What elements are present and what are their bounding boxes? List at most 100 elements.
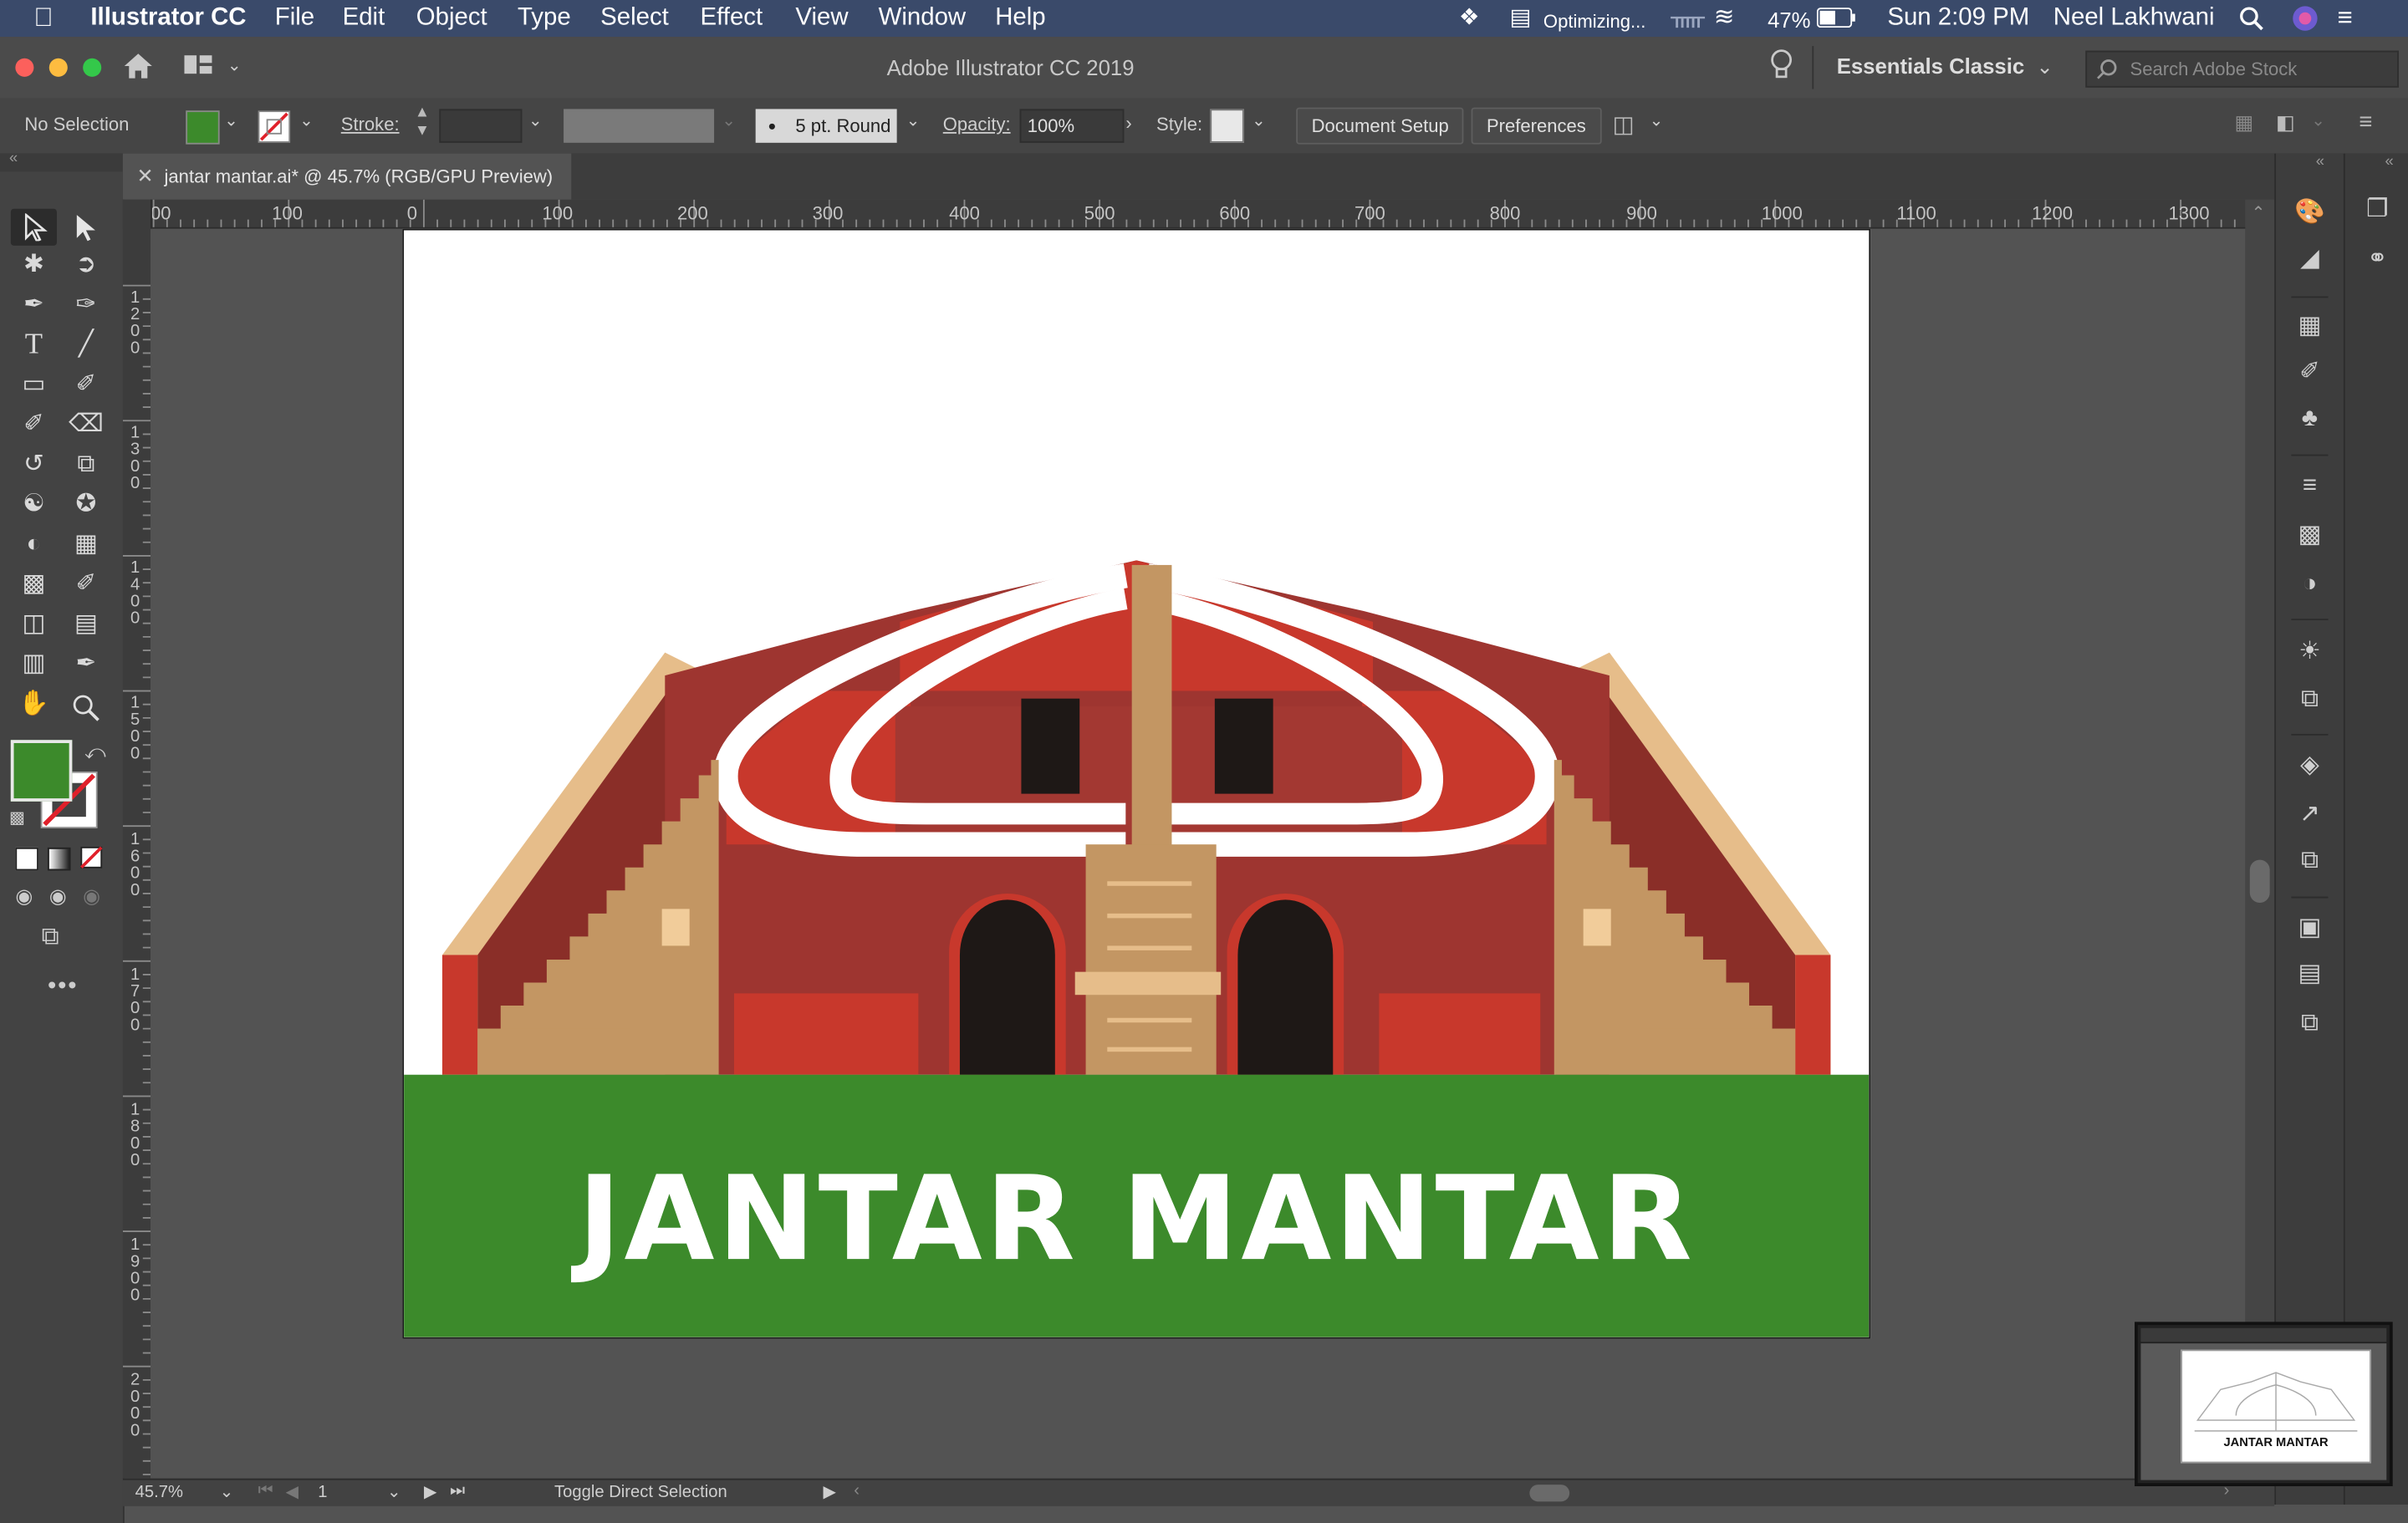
color-panel-icon[interactable]: 🎨 (2291, 196, 2328, 230)
column-graph-tool-icon[interactable]: ▤ (68, 608, 105, 641)
style-chevron-icon[interactable]: ⌄ (1252, 110, 1266, 130)
rotate-tool-icon[interactable]: ↺ (15, 448, 52, 481)
opacity-arrow-icon[interactable]: › (1125, 112, 1131, 134)
eraser-tool-icon[interactable]: ⌫ (68, 409, 105, 442)
graphic-style-swatch[interactable] (1210, 109, 1244, 143)
transform-panel-icon[interactable]: ▣ (2291, 912, 2328, 945)
stroke-label[interactable]: Stroke: (341, 114, 400, 135)
rectangle-tool-icon[interactable]: ▭ (15, 369, 52, 402)
magic-wand-tool-icon[interactable]: ✱ (15, 249, 52, 283)
brush-chevron-icon[interactable]: ⌄ (906, 110, 921, 130)
close-tab-icon[interactable]: ✕ (136, 154, 153, 200)
battery-icon[interactable] (1816, 8, 1857, 29)
symbol-sprayer-tool-icon[interactable]: ◫ (15, 608, 52, 641)
opacity-field[interactable]: 100% (1019, 109, 1125, 143)
appearance-panel-icon[interactable]: ☀ (2291, 635, 2328, 669)
transform-icon[interactable]: ◧ (2276, 110, 2295, 135)
type-tool-icon[interactable]: T (15, 329, 52, 362)
paintbrush-tool-icon[interactable]: ✐ (68, 369, 105, 402)
fill-chevron-icon[interactable]: ⌄ (224, 110, 238, 130)
swatches-panel-icon[interactable]: ▦ (2291, 310, 2328, 344)
align-icon[interactable]: ▦ (2234, 110, 2253, 135)
profile-chevron-icon[interactable]: ⌄ (722, 110, 736, 130)
brushes-panel-icon[interactable]: ✐ (2291, 356, 2328, 390)
document-tab[interactable]: ✕ jantar mantar.ai* @ 45.7% (RGB/GPU Pre… (122, 153, 572, 200)
previous-artboard-icon[interactable]: ◀ (286, 1481, 299, 1501)
fill-color-front[interactable] (10, 740, 73, 802)
scroll-up-icon[interactable]: ⌃ (2252, 202, 2266, 222)
color-guide-icon[interactable]: ◢ (2291, 242, 2328, 276)
dropbox-icon[interactable]: ❖ (1459, 5, 1480, 33)
stroke-weight-chevron-icon[interactable]: ⌄ (528, 110, 543, 130)
eyedropper-tool-icon[interactable]: ✐ (68, 568, 105, 602)
workspace-switcher[interactable]: Essentials Classic (1837, 53, 2024, 78)
clock[interactable]: Sun 2:09 PM (1887, 5, 2029, 33)
line-segment-tool-icon[interactable]: ╱ (68, 329, 105, 362)
screen-mode-icon[interactable]: ⧉ (42, 924, 59, 952)
swap-fill-stroke-icon[interactable]: ⤺ (84, 740, 106, 764)
menu-object[interactable]: Object (416, 5, 487, 33)
panel-menu-icon[interactable]: ≡ (2359, 109, 2372, 135)
lightbulb-icon[interactable] (1769, 49, 1793, 83)
wifi-icon[interactable]: ≋ (1714, 5, 1735, 33)
menu-select[interactable]: Select (600, 5, 669, 33)
vertical-ruler[interactable]: 1200 1300 1400 1500 1600 1700 1800 1900 … (122, 199, 152, 1479)
stroke-chevron-icon[interactable]: ⌄ (299, 110, 314, 130)
edit-toolbar-icon[interactable]: ••• (48, 973, 78, 1001)
app-menu[interactable]: Illustrator CC (90, 5, 246, 33)
draw-normal-icon[interactable]: ◉ (15, 884, 33, 909)
gradient-mode-icon[interactable] (47, 847, 71, 871)
status-menu-icon[interactable]: ▶ (823, 1481, 836, 1501)
pathfinder-panel-icon[interactable]: ⧉ (2291, 1007, 2328, 1041)
horizontal-ruler[interactable]: 00 100 0 100 200 300 400 500 600 700 800… (150, 199, 2275, 229)
collapse-toolbar-icon[interactable]: « (9, 150, 18, 167)
shape-builder-tool-icon[interactable]: ◐ (15, 528, 52, 562)
symbols-panel-icon[interactable]: ♣ (2291, 402, 2328, 436)
asset-export-icon[interactable]: ↗ (2291, 798, 2328, 832)
default-fill-stroke-icon[interactable]: ▩ (9, 807, 25, 828)
first-artboard-icon[interactable]: ⏮ (258, 1481, 273, 1501)
menu-file[interactable]: File (275, 5, 314, 33)
lasso-tool-icon[interactable]: ➲ (68, 249, 105, 283)
collapse-dock-icon[interactable]: « (2316, 154, 2324, 171)
fill-swatch[interactable] (186, 110, 220, 145)
artboards-panel-icon[interactable]: ⧉ (2291, 844, 2328, 878)
menu-type[interactable]: Type (518, 5, 571, 33)
libraries-panel-icon[interactable]: ⚭ (2359, 242, 2395, 276)
gradient-panel-icon[interactable]: ▩ (2291, 519, 2328, 553)
toolbar-collapse-strip[interactable]: « (0, 150, 123, 172)
puppet-warp-tool-icon[interactable]: ✪ (68, 488, 105, 522)
color-mode-icon[interactable] (15, 847, 38, 871)
opacity-label[interactable]: Opacity: (943, 114, 1011, 135)
transform-chevron-icon[interactable]: ⌄ (2311, 110, 2325, 130)
graphic-styles-icon[interactable]: ⧉ (2291, 683, 2328, 716)
brush-definition[interactable]: ● 5 pt. Round (755, 109, 897, 143)
stroke-weight-field[interactable] (439, 109, 523, 143)
scroll-left-icon[interactable]: ‹ (854, 1481, 860, 1500)
vertical-scroll-thumb[interactable] (2249, 859, 2270, 904)
stock-search-field[interactable]: Search Adobe Stock (2085, 50, 2399, 88)
horizontal-scroll-thumb[interactable] (1529, 1485, 1570, 1502)
zoom-chevron-icon[interactable]: ⌄ (220, 1481, 234, 1501)
menu-view[interactable]: View (795, 5, 848, 33)
cpu-monitor-icon[interactable]: ▤ (1510, 5, 1532, 33)
hand-tool-icon[interactable]: ✋ (15, 688, 52, 721)
stroke-none-swatch[interactable] (258, 110, 292, 144)
menu-effect[interactable]: Effect (701, 5, 763, 33)
collapse-dock2-icon[interactable]: « (2385, 154, 2393, 171)
user-name[interactable]: Neel Lakhwani (2053, 5, 2215, 33)
artboard-chevron-icon[interactable]: ⌄ (387, 1481, 401, 1501)
vertical-scrollbar[interactable]: ⌃ (2245, 199, 2275, 1479)
bluetooth-icon[interactable]: ᚅ (1671, 5, 1704, 33)
artboard-number[interactable]: 1 (318, 1483, 327, 1501)
shaper-tool-icon[interactable]: ✐ (15, 409, 52, 442)
none-mode-icon[interactable] (80, 846, 105, 870)
spotlight-search-icon[interactable] (2239, 6, 2263, 31)
workspace-chevron-icon[interactable]: ⌄ (2037, 55, 2053, 79)
draw-inside-icon[interactable]: ◉ (83, 884, 100, 909)
preferences-button[interactable]: Preferences (1471, 107, 1602, 145)
align-panel-icon[interactable]: ▤ (2291, 958, 2328, 991)
zoom-level[interactable]: 45.7% (135, 1483, 183, 1501)
apple-icon[interactable]:  (33, 4, 53, 33)
slice-tool-icon[interactable]: ✒ (68, 648, 105, 681)
